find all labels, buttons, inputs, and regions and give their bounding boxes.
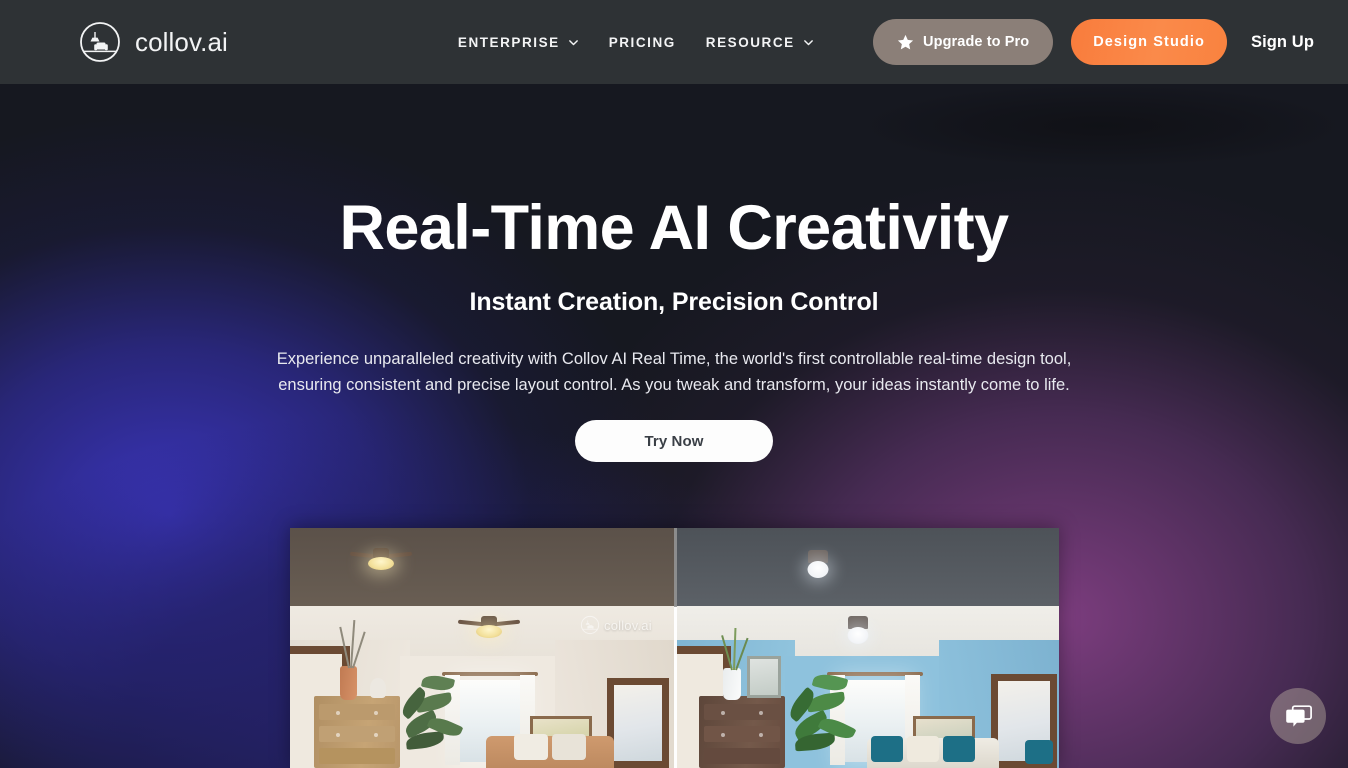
try-now-button[interactable]: Try Now [575,420,773,462]
hero-title: Real-Time AI Creativity [339,193,1010,263]
nav-item-resource-label: RESOURCE [705,34,795,50]
star-icon [897,34,914,51]
design-studio-button[interactable]: Design Studio [1071,19,1227,65]
dresser-drawer [704,704,780,720]
pillow [514,734,548,760]
hero-content: Real-Time AI Creativity Instant Creation… [0,84,1348,768]
pillow [552,734,586,760]
showcase-before-image [290,528,675,768]
sign-up-button[interactable]: Sign Up [1247,27,1318,58]
chevron-down-icon [568,37,579,48]
dresser [699,696,785,768]
hero-section: Real-Time AI Creativity Instant Creation… [0,84,1348,768]
dresser-drawer [319,726,395,742]
collov-lamp-sofa-logo-icon [78,20,122,64]
pillow-teal [871,736,903,762]
sofa [486,736,614,768]
ceiling-upper [675,528,1059,612]
site-header: collov.ai ENTERPRISE PRICING RESOURCE Up… [0,0,1348,84]
vase-terracotta [340,666,357,700]
hero-subtitle: Instant Creation, Precision Control [469,288,879,316]
nav-item-resource[interactable]: RESOURCE [706,35,814,50]
framed-photo-on-dresser [747,656,781,698]
dresser-drawer [319,704,395,720]
ceiling-light-upper [801,550,835,580]
pillow-teal [943,736,975,762]
nav-item-enterprise[interactable]: ENTERPRISE [458,35,579,50]
chat-launcher-button[interactable] [1270,688,1326,744]
room-scene-before [290,528,675,768]
room-scene-after [675,528,1059,768]
potted-plant [394,664,470,768]
nav-item-pricing[interactable]: PRICING [609,35,676,50]
chat-bubble-icon [1284,702,1313,731]
nav-item-enterprise-label: ENTERPRISE [457,34,560,50]
potted-plant [783,662,861,768]
chevron-down-icon [803,37,814,48]
dresser-drawer [704,748,780,764]
vase-white [723,668,741,700]
upgrade-to-pro-button[interactable]: Upgrade to Pro [873,19,1054,65]
decor-object-white [370,678,386,698]
ceiling-upper [290,528,675,612]
brand-logo-link[interactable]: collov.ai [78,20,228,64]
before-after-slider-handle[interactable] [674,528,677,768]
pillow-cream [907,736,939,762]
dresser-drawer [704,726,780,742]
landing-page: collov.ai ENTERPRISE PRICING RESOURCE Up… [0,0,1348,768]
mirror-right [607,678,669,768]
ceiling-fan-lower [457,616,521,638]
upgrade-to-pro-label: Upgrade to Pro [923,34,1030,50]
brand-name: collov.ai [135,27,228,57]
dresser-drawer [319,748,395,764]
pillow-teal [1025,740,1053,764]
showcase-after-image [675,528,1059,768]
hero-description: Experience unparalleled creativity with … [276,350,1072,394]
before-after-showcase[interactable]: collov.ai [290,528,1059,768]
header-actions: Upgrade to Pro Design Studio Sign Up [873,19,1318,65]
primary-nav: ENTERPRISE PRICING RESOURCE [458,35,814,50]
ceiling-light-lower [841,616,875,646]
nav-item-pricing-label: PRICING [608,34,676,50]
dresser [314,696,400,768]
ceiling-fan-upper [349,548,413,570]
